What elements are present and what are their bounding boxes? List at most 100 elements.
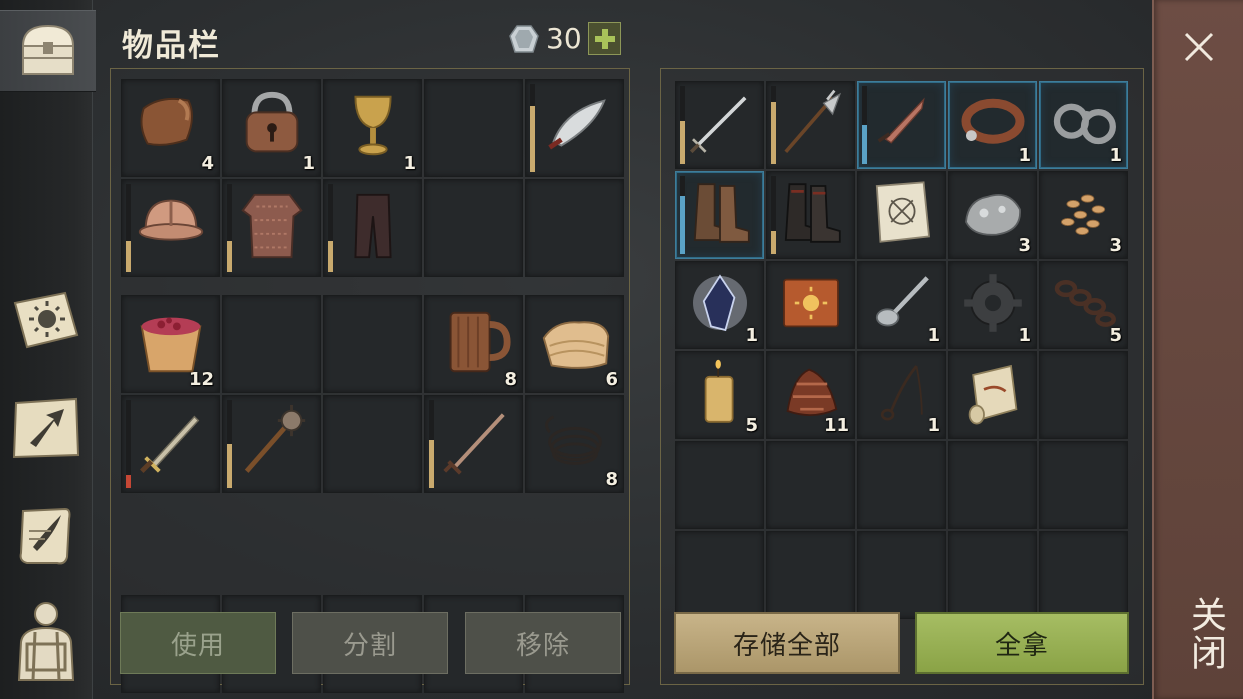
container-slot[interactable] bbox=[766, 531, 855, 619]
short-sword-icon bbox=[139, 415, 199, 474]
item-count: 11 bbox=[823, 415, 849, 436]
inventory-slot[interactable] bbox=[424, 395, 523, 493]
leather-hide-icon bbox=[140, 98, 193, 146]
container-slot[interactable] bbox=[766, 81, 855, 169]
inventory-slot[interactable] bbox=[323, 295, 422, 393]
inventory-slot[interactable]: 1 bbox=[222, 79, 321, 177]
rope-coil-icon bbox=[544, 415, 602, 465]
container-inventory-panel: 1 1 3 3 1 1 1 5 5 11 1 bbox=[660, 68, 1144, 685]
container-slot[interactable]: 5 bbox=[1039, 261, 1128, 349]
durability-fill bbox=[862, 125, 867, 164]
container-slot[interactable] bbox=[857, 441, 946, 529]
durability-bar bbox=[771, 86, 776, 164]
inventory-slot[interactable] bbox=[222, 179, 321, 277]
sun-book-icon bbox=[13, 291, 79, 349]
inventory-slot[interactable] bbox=[424, 79, 523, 177]
scroll-quill-icon bbox=[19, 507, 71, 565]
inventory-slot[interactable]: 1 bbox=[323, 79, 422, 177]
container-slot[interactable] bbox=[857, 171, 946, 259]
split-button[interactable]: 分割 bbox=[292, 612, 448, 674]
container-slot[interactable] bbox=[766, 441, 855, 529]
container-slot[interactable] bbox=[948, 351, 1037, 439]
parchment-roll-icon bbox=[968, 365, 1017, 425]
inventory-slot[interactable]: 12 bbox=[121, 295, 220, 393]
container-slot[interactable] bbox=[857, 531, 946, 619]
inventory-slot[interactable] bbox=[424, 179, 523, 277]
dark-boots-icon bbox=[784, 183, 841, 243]
take-all-button[interactable]: 全拿 bbox=[915, 612, 1129, 674]
remove-button[interactable]: 移除 bbox=[465, 612, 621, 674]
container-slot[interactable] bbox=[675, 531, 764, 619]
durability-bar bbox=[680, 86, 685, 164]
container-slot[interactable] bbox=[766, 171, 855, 259]
container-slot[interactable] bbox=[1039, 351, 1128, 439]
container-slot[interactable]: 1 bbox=[857, 351, 946, 439]
padlock-icon bbox=[245, 91, 298, 153]
use-button[interactable]: 使用 bbox=[120, 612, 276, 674]
item-count: 6 bbox=[605, 369, 618, 390]
container-slot[interactable] bbox=[948, 441, 1037, 529]
container-slot[interactable]: 1 bbox=[675, 261, 764, 349]
container-slot[interactable] bbox=[675, 171, 764, 259]
map-arrow-icon bbox=[12, 397, 80, 459]
paper-map-icon bbox=[875, 181, 930, 244]
durability-bar bbox=[227, 400, 232, 488]
sidebar-item-quests[interactable] bbox=[6, 496, 86, 576]
leather-pants-icon bbox=[353, 193, 392, 259]
inventory-slot[interactable]: 4 bbox=[121, 79, 220, 177]
sidebar-item-journal[interactable] bbox=[6, 280, 86, 360]
durability-bar bbox=[126, 184, 131, 272]
inventory-slot[interactable]: 8 bbox=[424, 295, 523, 393]
durability-fill bbox=[227, 444, 232, 488]
close-panel[interactable]: 关闭 bbox=[1152, 0, 1243, 699]
durability-fill bbox=[771, 101, 776, 164]
item-count: 1 bbox=[1109, 145, 1122, 166]
store-all-button[interactable]: 存储全部 bbox=[674, 612, 900, 674]
halberd-icon bbox=[783, 90, 841, 154]
close-icon[interactable] bbox=[1182, 30, 1216, 64]
sun-tome-icon bbox=[782, 278, 839, 328]
inventory-slot[interactable] bbox=[323, 179, 422, 277]
container-slot[interactable]: 3 bbox=[1039, 171, 1128, 259]
inventory-slot[interactable] bbox=[121, 395, 220, 493]
container-slot[interactable] bbox=[948, 531, 1037, 619]
inventory-slot[interactable]: 8 bbox=[525, 395, 624, 493]
container-slot[interactable] bbox=[1039, 531, 1128, 619]
container-slot[interactable]: 1 bbox=[948, 81, 1037, 169]
durability-fill bbox=[771, 230, 776, 254]
inventory-slot[interactable] bbox=[525, 79, 624, 177]
container-slot[interactable]: 11 bbox=[766, 351, 855, 439]
durability-bar bbox=[328, 184, 333, 272]
durability-fill bbox=[680, 121, 685, 164]
container-slot[interactable] bbox=[675, 441, 764, 529]
inventory-slot[interactable] bbox=[121, 179, 220, 277]
container-slot[interactable]: 5 bbox=[675, 351, 764, 439]
container-slot[interactable]: 1 bbox=[948, 261, 1037, 349]
inventory-slot[interactable] bbox=[525, 179, 624, 277]
leather-helmet-icon bbox=[138, 199, 203, 241]
item-count: 1 bbox=[927, 325, 940, 346]
inventory-slot[interactable] bbox=[222, 295, 321, 393]
gem-count: 30 bbox=[546, 22, 582, 55]
sidebar-item-map[interactable] bbox=[6, 388, 86, 468]
container-slot[interactable] bbox=[857, 81, 946, 169]
inventory-slot[interactable] bbox=[222, 395, 321, 493]
container-slot[interactable] bbox=[675, 81, 764, 169]
sidebar bbox=[0, 0, 96, 699]
container-slot[interactable]: 1 bbox=[1039, 81, 1128, 169]
container-slot[interactable] bbox=[1039, 441, 1128, 529]
golden-goblet-icon bbox=[353, 95, 392, 156]
container-slot[interactable] bbox=[766, 261, 855, 349]
inventory-slot[interactable] bbox=[323, 395, 422, 493]
sidebar-item-inventory[interactable] bbox=[0, 10, 96, 92]
wooden-mug-icon bbox=[449, 311, 511, 373]
container-slot[interactable]: 3 bbox=[948, 171, 1037, 259]
add-gems-button[interactable] bbox=[588, 22, 621, 55]
item-count: 3 bbox=[1109, 235, 1122, 256]
sidebar-item-character[interactable] bbox=[6, 600, 86, 681]
container-slot[interactable]: 1 bbox=[857, 261, 946, 349]
chainmail-shirt-icon bbox=[240, 193, 303, 259]
close-label[interactable]: 关闭 bbox=[1179, 596, 1231, 672]
durability-bar bbox=[530, 84, 535, 172]
inventory-slot[interactable]: 6 bbox=[525, 295, 624, 393]
